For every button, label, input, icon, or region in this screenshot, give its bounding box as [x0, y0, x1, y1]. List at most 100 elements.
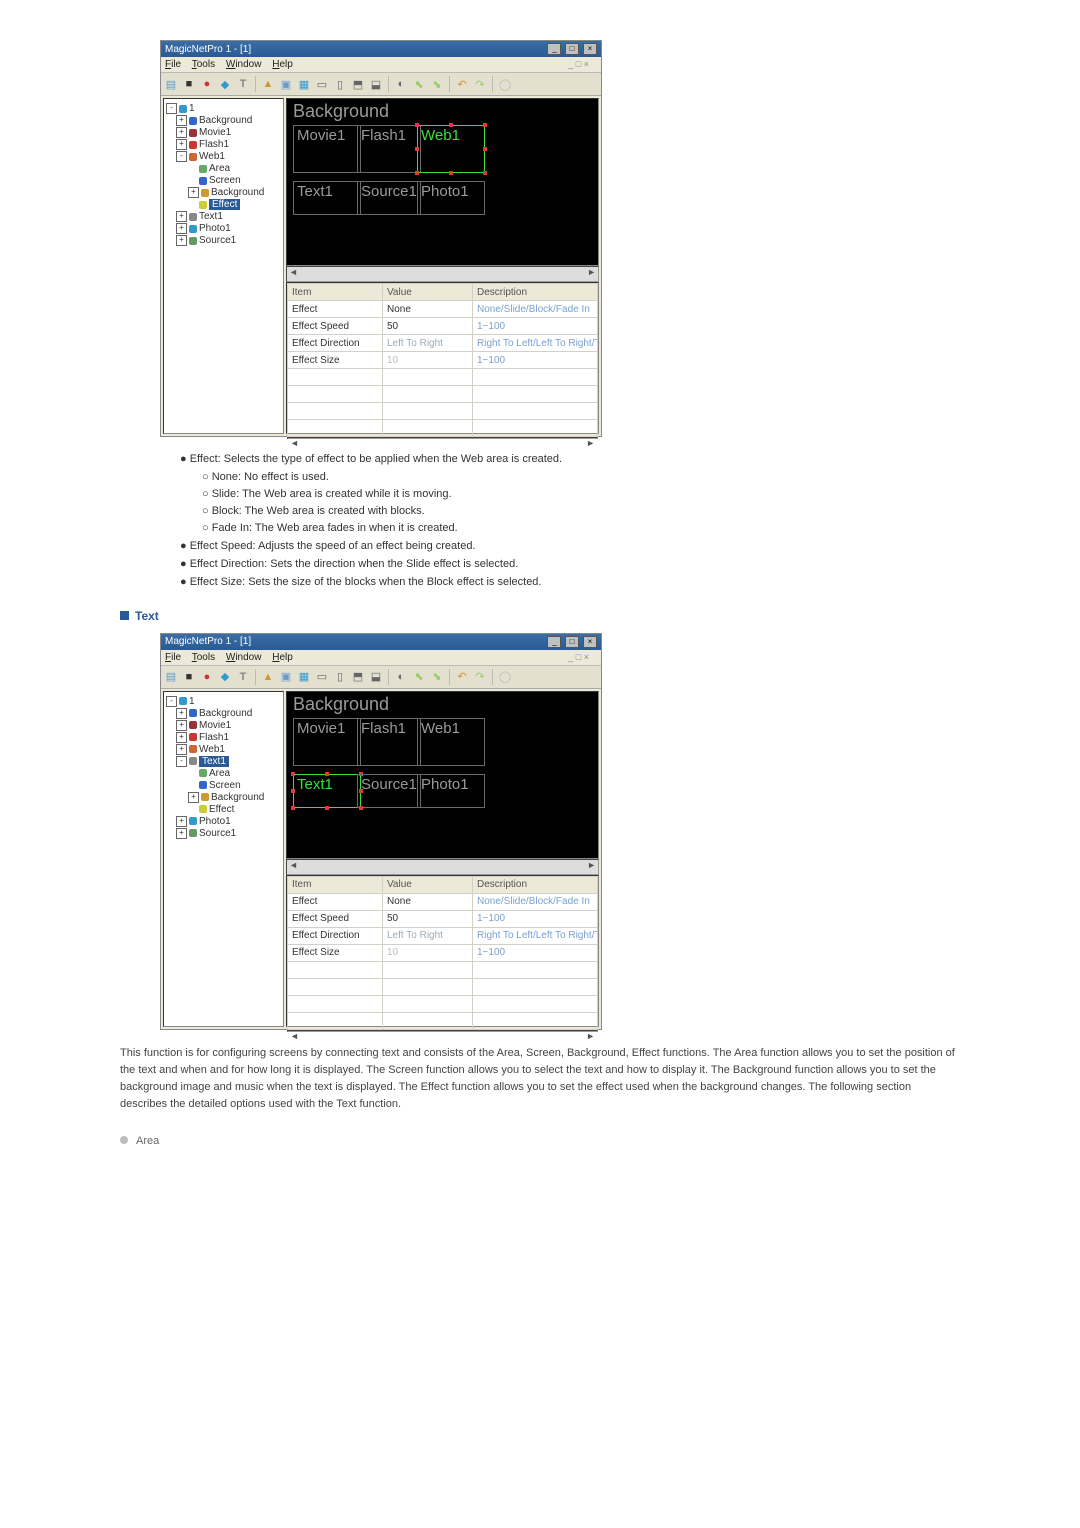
tree-item[interactable]: +Source1: [166, 235, 281, 247]
tree-item-selected[interactable]: -Text1: [166, 756, 281, 768]
canvas-scrollbar[interactable]: [286, 859, 599, 875]
grid-scrollbar[interactable]: [287, 1030, 598, 1032]
col-item[interactable]: Item: [288, 284, 383, 301]
tree-item[interactable]: +Photo1: [166, 816, 281, 828]
tree-root[interactable]: -1: [166, 103, 281, 115]
tree-item[interactable]: Screen: [166, 175, 281, 187]
tree-item[interactable]: Screen: [166, 780, 281, 792]
tree-item[interactable]: +Background: [166, 792, 281, 804]
tool-icon[interactable]: ◯: [497, 76, 513, 92]
tree-root[interactable]: -1: [166, 696, 281, 708]
grid-row[interactable]: EffectNoneNone/Slide/Block/Fade In: [288, 301, 598, 318]
tool-icon[interactable]: ▯: [332, 669, 348, 685]
canvas-text-box[interactable]: Text1: [293, 181, 361, 215]
tree-item[interactable]: +Background: [166, 187, 281, 199]
layout-canvas[interactable]: Background Movie1 Flash1 Web1 Text1 Sour…: [286, 98, 599, 266]
menu-tools[interactable]: Tools: [192, 59, 215, 70]
tool-undo-icon[interactable]: ↶: [454, 76, 470, 92]
grid-row[interactable]: Effect DirectionLeft To RightRight To Le…: [288, 335, 598, 352]
canvas-flash-box[interactable]: Flash1: [357, 125, 421, 173]
tree-item[interactable]: +Background: [166, 708, 281, 720]
grid-row[interactable]: Effect Size101~100: [288, 352, 598, 369]
layout-canvas[interactable]: Background Movie1 Flash1 Web1 Text1 Sour…: [286, 691, 599, 859]
tool-icon[interactable]: ⬒: [350, 76, 366, 92]
grid-row[interactable]: Effect Speed501~100: [288, 318, 598, 335]
tree-item[interactable]: +Photo1: [166, 223, 281, 235]
tool-icon[interactable]: ▦: [296, 669, 312, 685]
tool-icon[interactable]: ●: [199, 76, 215, 92]
menu-tools[interactable]: Tools: [192, 652, 215, 663]
minimize-button[interactable]: _: [547, 43, 561, 55]
canvas-photo-box[interactable]: Photo1: [417, 181, 485, 215]
tool-icon[interactable]: ■: [181, 669, 197, 685]
tree-item[interactable]: Area: [166, 163, 281, 175]
menu-help[interactable]: Help: [272, 652, 293, 663]
canvas-scrollbar[interactable]: [286, 266, 599, 282]
tree-item[interactable]: -Web1: [166, 151, 281, 163]
tool-icon[interactable]: ⬉: [411, 669, 427, 685]
tree-item[interactable]: +Flash1: [166, 732, 281, 744]
canvas-text-box-selected[interactable]: Text1: [293, 774, 361, 808]
menu-file[interactable]: File: [165, 59, 181, 70]
tree-item[interactable]: +Movie1: [166, 127, 281, 139]
tool-icon[interactable]: ▤: [163, 669, 179, 685]
minimize-button[interactable]: _: [547, 636, 561, 648]
tool-icon[interactable]: ▭: [314, 76, 330, 92]
tool-icon[interactable]: ▲: [260, 669, 276, 685]
col-value[interactable]: Value: [383, 876, 473, 893]
col-desc[interactable]: Description: [473, 284, 598, 301]
tool-icon[interactable]: ◯: [497, 669, 513, 685]
tree-item[interactable]: +Text1: [166, 211, 281, 223]
tool-icon[interactable]: ▲: [260, 76, 276, 92]
tool-redo-icon[interactable]: ↷: [472, 669, 488, 685]
col-item[interactable]: Item: [288, 876, 383, 893]
canvas-web-box[interactable]: Web1: [417, 718, 485, 766]
tool-icon[interactable]: ◐: [393, 669, 409, 685]
tool-icon[interactable]: ■: [181, 76, 197, 92]
tool-undo-icon[interactable]: ↶: [454, 669, 470, 685]
canvas-movie-box[interactable]: Movie1: [293, 718, 361, 766]
menu-window[interactable]: Window: [226, 652, 262, 663]
canvas-source-box[interactable]: Source1: [357, 181, 421, 215]
canvas-movie-box[interactable]: Movie1: [293, 125, 361, 173]
tool-icon[interactable]: ▣: [278, 669, 294, 685]
grid-row[interactable]: Effect Size101~100: [288, 944, 598, 961]
tool-text-icon[interactable]: T: [235, 76, 251, 92]
tool-icon[interactable]: ⬓: [368, 76, 384, 92]
tool-icon[interactable]: ▯: [332, 76, 348, 92]
close-button[interactable]: ×: [583, 43, 597, 55]
menu-file[interactable]: File: [165, 652, 181, 663]
tool-icon[interactable]: ⬓: [368, 669, 384, 685]
tree-item[interactable]: +Background: [166, 115, 281, 127]
tree-item[interactable]: +Movie1: [166, 720, 281, 732]
grid-scrollbar[interactable]: [287, 437, 598, 439]
tree-item[interactable]: +Flash1: [166, 139, 281, 151]
tree-item[interactable]: +Source1: [166, 828, 281, 840]
tool-icon[interactable]: ⬊: [429, 669, 445, 685]
close-button[interactable]: ×: [583, 636, 597, 648]
canvas-web-box-selected[interactable]: Web1: [417, 125, 485, 173]
tool-icon[interactable]: ▤: [163, 76, 179, 92]
tree-item[interactable]: Area: [166, 768, 281, 780]
tool-redo-icon[interactable]: ↷: [472, 76, 488, 92]
maximize-button[interactable]: □: [565, 636, 579, 648]
grid-row[interactable]: Effect DirectionLeft To RightRight To Le…: [288, 927, 598, 944]
maximize-button[interactable]: □: [565, 43, 579, 55]
tool-icon[interactable]: ▦: [296, 76, 312, 92]
tree-item[interactable]: Effect: [166, 804, 281, 816]
tool-icon[interactable]: ◐: [393, 76, 409, 92]
tool-icon[interactable]: ⬊: [429, 76, 445, 92]
tool-icon[interactable]: ▣: [278, 76, 294, 92]
tree-item-selected[interactable]: Effect: [166, 199, 281, 211]
tool-icon[interactable]: ●: [199, 669, 215, 685]
tool-icon[interactable]: ⬉: [411, 76, 427, 92]
tool-icon[interactable]: ◆: [217, 669, 233, 685]
menu-help[interactable]: Help: [272, 59, 293, 70]
menu-window[interactable]: Window: [226, 59, 262, 70]
canvas-flash-box[interactable]: Flash1: [357, 718, 421, 766]
canvas-source-box[interactable]: Source1: [357, 774, 421, 808]
tool-icon[interactable]: ▭: [314, 669, 330, 685]
canvas-photo-box[interactable]: Photo1: [417, 774, 485, 808]
tool-icon[interactable]: ⬒: [350, 669, 366, 685]
tree-item[interactable]: +Web1: [166, 744, 281, 756]
